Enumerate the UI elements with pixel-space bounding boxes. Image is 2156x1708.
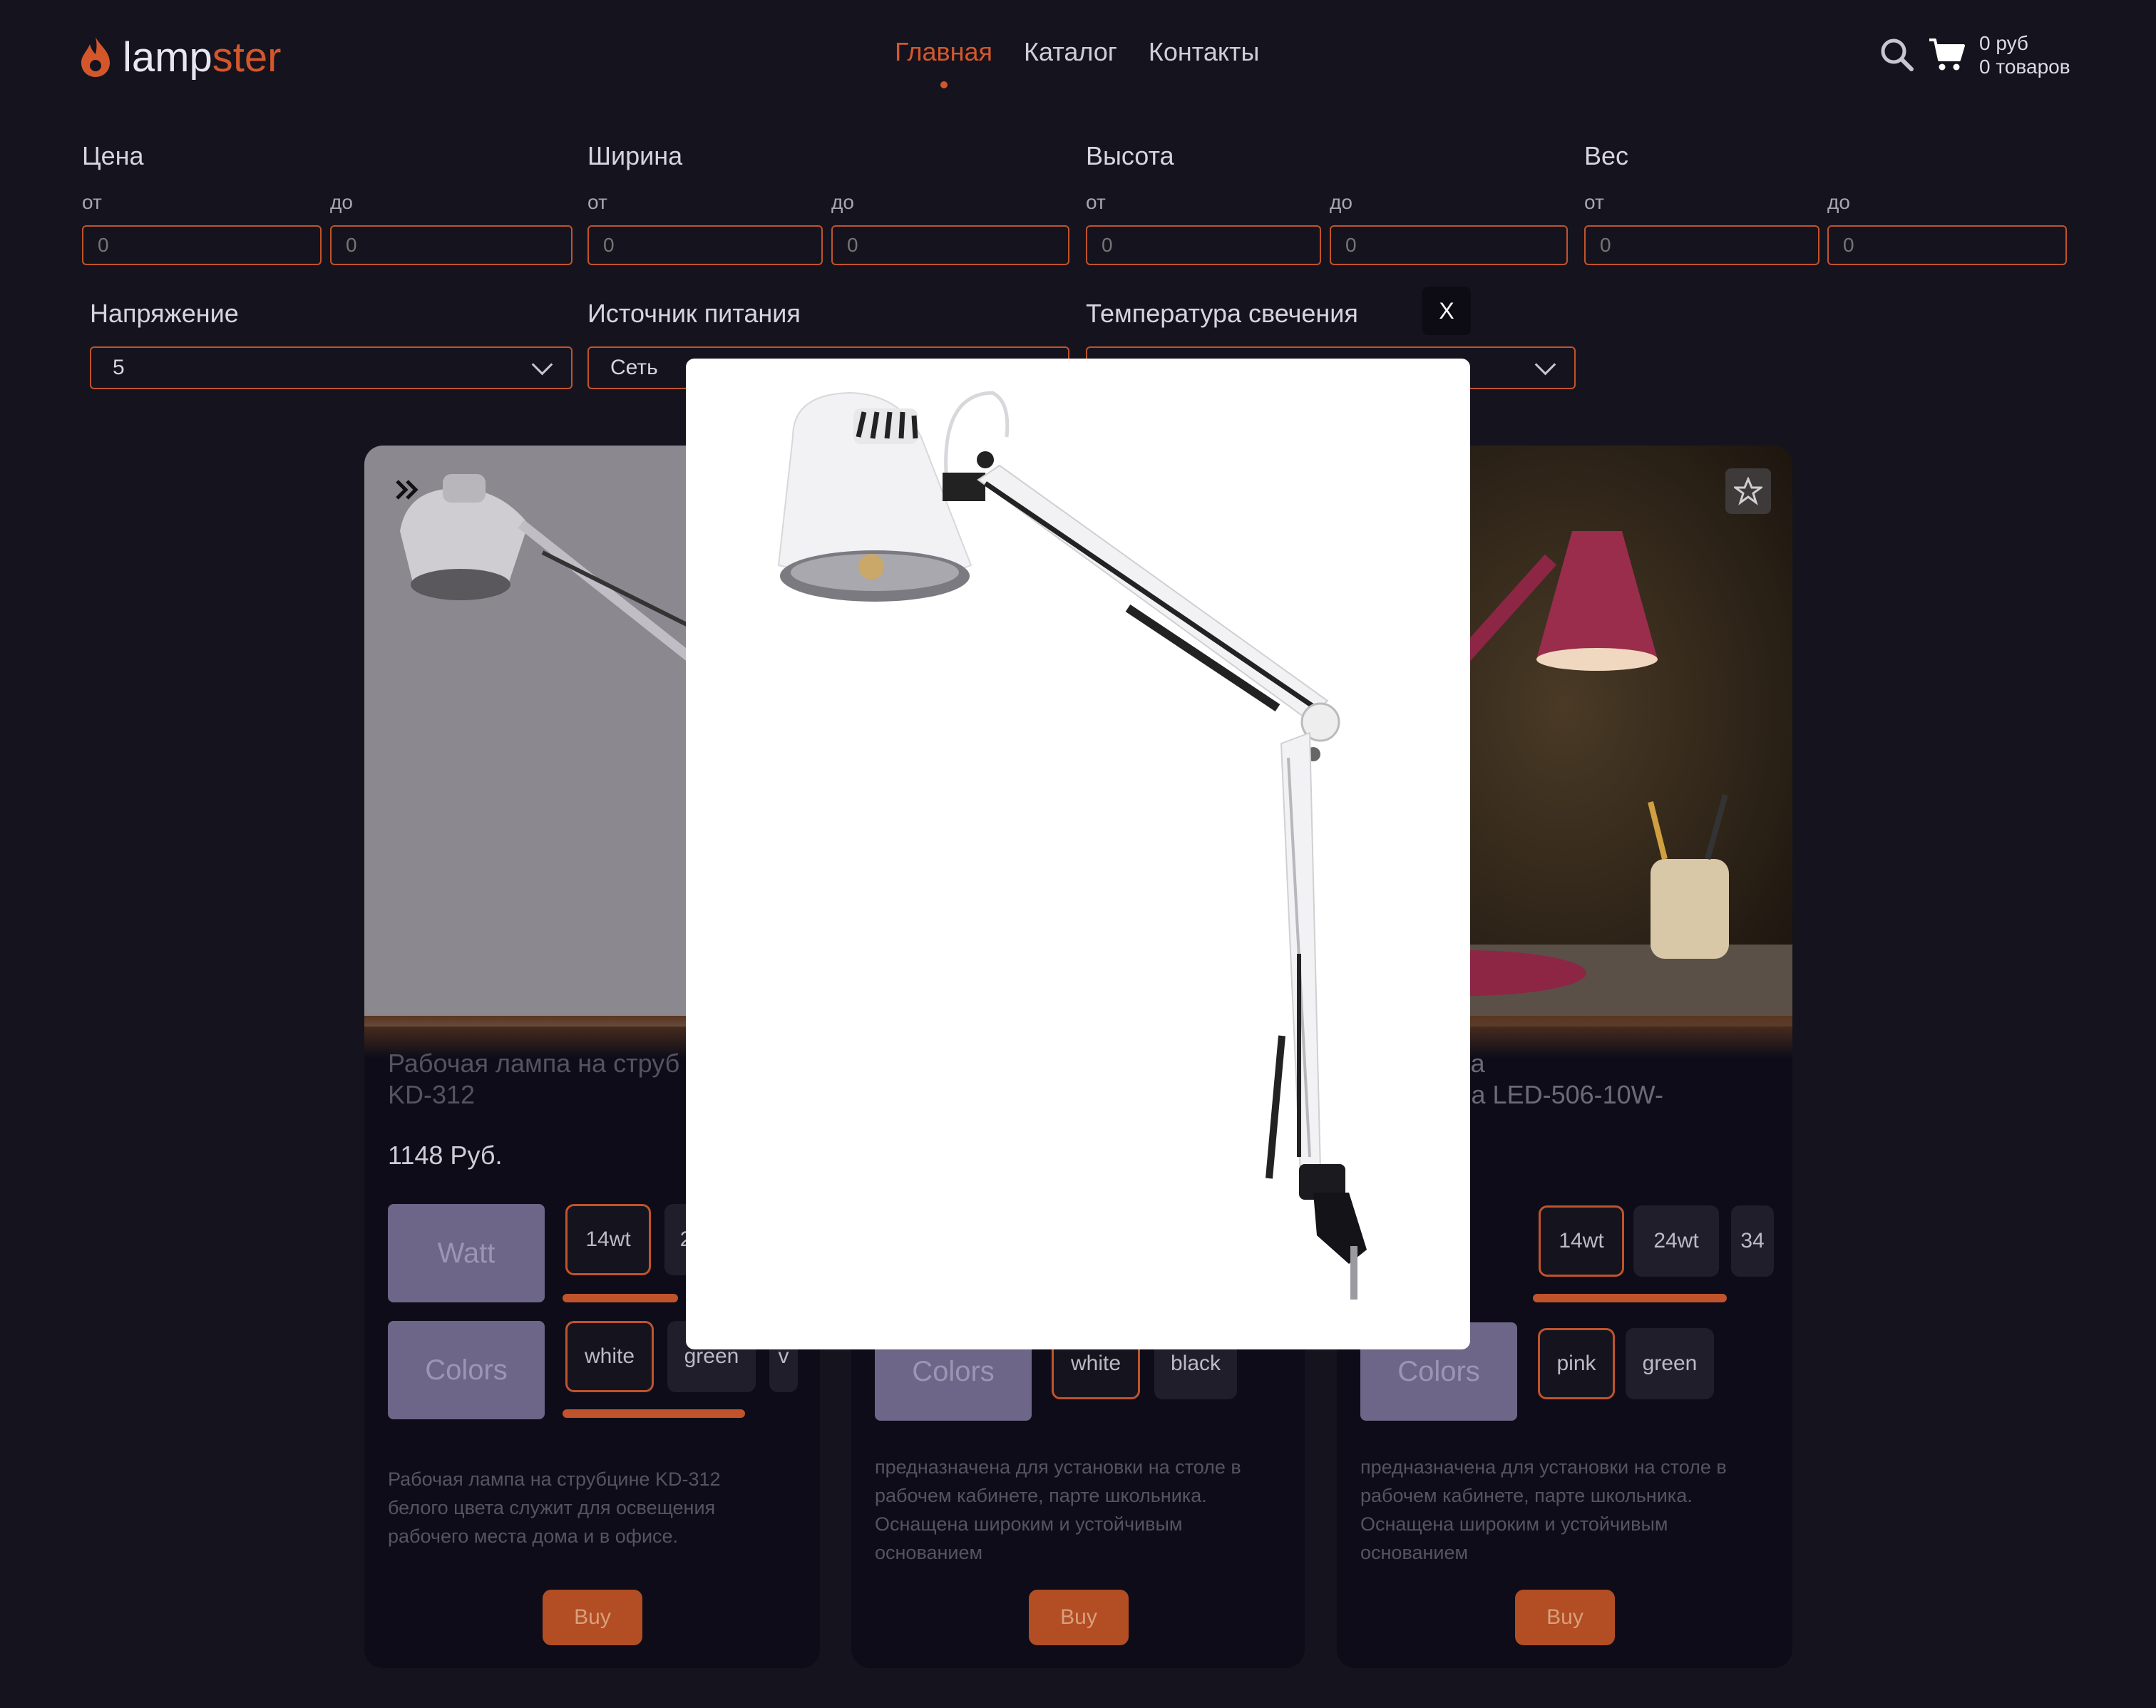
description-line: основанием bbox=[875, 1542, 983, 1563]
filter-width-from-label: от bbox=[587, 191, 607, 213]
compare-icon[interactable] bbox=[393, 475, 421, 504]
height-to-input[interactable] bbox=[1330, 225, 1568, 265]
main-nav: Главная Каталог Контакты bbox=[895, 37, 1260, 88]
width-to-input[interactable] bbox=[831, 225, 1069, 265]
nav-item-home[interactable]: Главная bbox=[895, 37, 992, 88]
description-line: рабочем кабинете, парте школьника. bbox=[875, 1485, 1207, 1506]
nav-item-contacts[interactable]: Контакты bbox=[1149, 37, 1260, 67]
product-description: предназначена для установки на столе в р… bbox=[875, 1453, 1241, 1567]
description-line: предназначена для установки на столе в bbox=[1360, 1456, 1727, 1478]
watt-scroll-bar[interactable] bbox=[563, 1294, 678, 1302]
price-to-input[interactable] bbox=[330, 225, 573, 265]
filter-title-width: Ширина bbox=[587, 141, 683, 170]
power-source-select-value: Сеть bbox=[610, 356, 658, 379]
filter-title-power-source: Источник питания bbox=[587, 299, 801, 328]
modal-close-button[interactable]: X bbox=[1422, 287, 1471, 335]
filter-weight-to-label: до bbox=[1827, 191, 1850, 213]
description-line: рабочего места дома и в офисе. bbox=[388, 1526, 679, 1547]
product-description: предназначена для установки на столе в р… bbox=[1360, 1453, 1727, 1567]
cart-count: 0 товаров bbox=[1979, 56, 2070, 78]
filter-height-to-label: до bbox=[1330, 191, 1352, 213]
cart-icon[interactable] bbox=[1928, 36, 1965, 73]
favorite-button[interactable] bbox=[1725, 468, 1771, 514]
buy-button[interactable]: Buy bbox=[543, 1590, 642, 1645]
logo-text-lamp: lamp bbox=[123, 34, 212, 81]
watt-option-label: Watt bbox=[388, 1204, 545, 1302]
price-from-input[interactable] bbox=[82, 225, 322, 265]
watt-chip-24wt[interactable]: 24wt bbox=[1633, 1205, 1719, 1277]
color-chip-green[interactable]: green bbox=[1626, 1328, 1714, 1399]
description-line: рабочем кабинете, парте школьника. bbox=[1360, 1485, 1693, 1506]
filter-height-from-label: от bbox=[1086, 191, 1106, 213]
watt-chip-partial[interactable]: 34 bbox=[1731, 1205, 1774, 1277]
color-chip-pink[interactable]: pink bbox=[1538, 1328, 1615, 1399]
filter-weight-from-label: от bbox=[1584, 191, 1604, 213]
product-title-line: KD-312 bbox=[388, 1080, 476, 1109]
weight-to-input[interactable] bbox=[1827, 225, 2067, 265]
color-chip-white[interactable]: white bbox=[565, 1321, 654, 1392]
colors-option-label: Colors bbox=[388, 1321, 545, 1419]
product-description: Рабочая лампа на струбцине KD-312 белого… bbox=[388, 1465, 721, 1550]
colors-scroll-bar[interactable] bbox=[563, 1409, 745, 1418]
voltage-select[interactable]: 5 bbox=[90, 346, 573, 389]
weight-from-input[interactable] bbox=[1584, 225, 1819, 265]
buy-button[interactable]: Buy bbox=[1029, 1590, 1129, 1645]
product-price: 1148 Руб. bbox=[388, 1141, 503, 1170]
filter-title-color-temperature: Температура свечения bbox=[1086, 299, 1358, 328]
watt-chip-14wt[interactable]: 14wt bbox=[1539, 1205, 1624, 1277]
height-from-input[interactable] bbox=[1086, 225, 1321, 265]
description-line: предназначена для установки на столе в bbox=[875, 1456, 1241, 1478]
description-line: Оснащена широким и устойчивым bbox=[1360, 1513, 1668, 1535]
product-title-line: Рабочая лампа на струб bbox=[388, 1049, 680, 1078]
filter-width-to-label: до bbox=[831, 191, 854, 213]
filter-title-height: Высота bbox=[1086, 141, 1174, 170]
search-icon[interactable] bbox=[1879, 37, 1914, 71]
description-line: основанием bbox=[1360, 1542, 1469, 1563]
cart-total: 0 руб bbox=[1979, 32, 2028, 54]
logo[interactable]: lamp ster bbox=[78, 29, 281, 86]
filter-title-weight: Вес bbox=[1584, 141, 1629, 170]
image-modal bbox=[686, 359, 1470, 1349]
filter-title-price: Цена bbox=[82, 141, 144, 170]
flame-icon bbox=[81, 37, 110, 77]
star-icon bbox=[1734, 477, 1762, 505]
lamp-image bbox=[777, 391, 1367, 1300]
filter-title-voltage: Напряжение bbox=[90, 299, 239, 328]
filter-price-from-label: от bbox=[82, 191, 102, 213]
cart-summary[interactable]: 0 руб 0 товаров bbox=[1979, 31, 2070, 78]
description-line: Рабочая лампа на струбцине KD-312 bbox=[388, 1468, 721, 1490]
filter-price-to-label: до bbox=[330, 191, 353, 213]
nav-item-catalog[interactable]: Каталог bbox=[1024, 37, 1117, 67]
chevron-down-icon bbox=[531, 354, 553, 375]
watt-scroll-bar[interactable] bbox=[1533, 1294, 1727, 1302]
chevron-down-icon bbox=[1534, 354, 1556, 375]
description-line: белого цвета служит для освещения bbox=[388, 1497, 716, 1518]
buy-button[interactable]: Buy bbox=[1515, 1590, 1615, 1645]
width-from-input[interactable] bbox=[587, 225, 823, 265]
logo-text-ster: ster bbox=[212, 34, 282, 81]
description-line: Оснащена широким и устойчивым bbox=[875, 1513, 1183, 1535]
voltage-select-value: 5 bbox=[113, 356, 125, 379]
product-title: Рабочая лампа на струб KD-312 bbox=[388, 1048, 679, 1111]
watt-chip-14wt[interactable]: 14wt bbox=[565, 1204, 651, 1275]
